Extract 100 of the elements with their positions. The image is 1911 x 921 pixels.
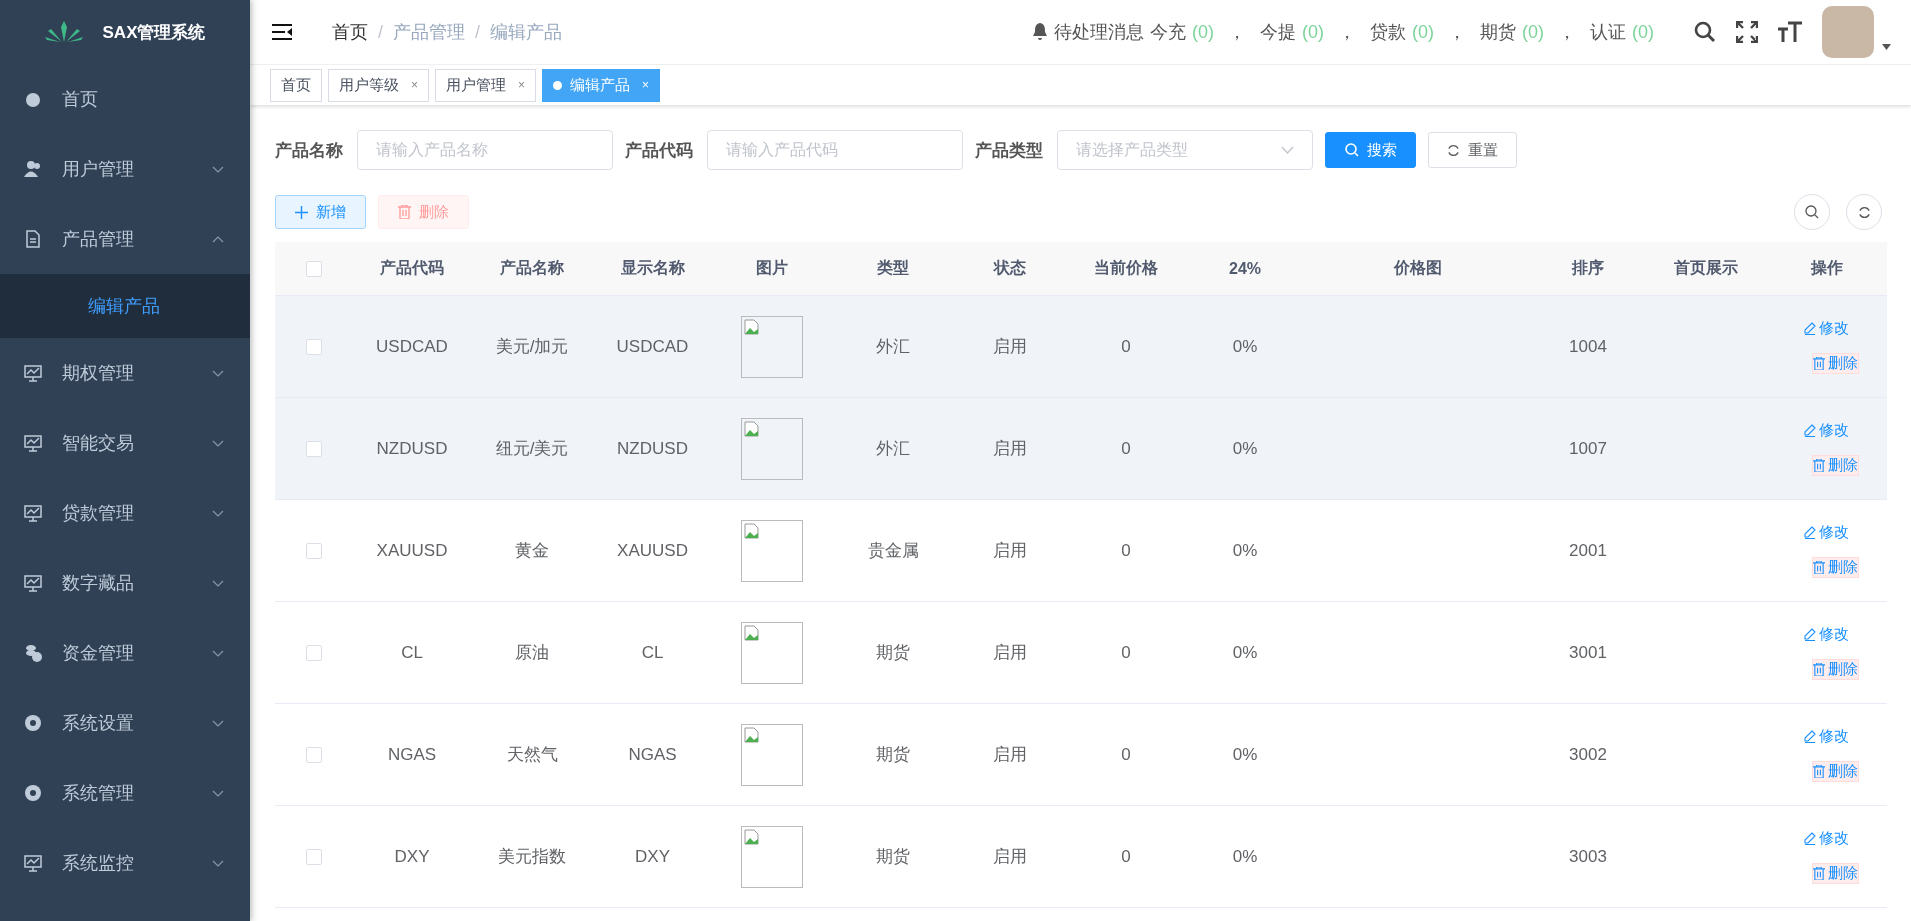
filter-input[interactable]: 请输入产品名称 xyxy=(357,130,613,170)
table-cell: 3003 xyxy=(1569,846,1607,867)
menu-toggle-icon[interactable] xyxy=(272,24,292,40)
row-checkbox[interactable] xyxy=(306,338,322,355)
table-cell: NZDUSD xyxy=(617,438,688,459)
notice-label[interactable]: 认证 xyxy=(1590,20,1626,44)
table-row[interactable]: USDCAD 美元/加元 USDCAD 外汇 启用 0 0% 1004 修改 删除 xyxy=(275,296,1887,398)
avatar-photo-placeholder[interactable] xyxy=(1822,6,1874,58)
table-row[interactable]: NZDUSD 纽元/美元 NZDUSD 外汇 启用 0 0% 1007 修改 删除 xyxy=(275,398,1887,500)
trash-icon xyxy=(1813,459,1825,472)
delete-link[interactable]: 删除 xyxy=(1812,557,1859,578)
table-cell: 3001 xyxy=(1569,642,1607,663)
chevron-icon xyxy=(212,859,224,867)
bell-icon[interactable] xyxy=(1032,23,1048,41)
plus-icon xyxy=(295,205,308,219)
edit-link[interactable]: 修改 xyxy=(1804,421,1849,440)
broken-image-icon xyxy=(743,420,760,437)
column-header: 状态 xyxy=(992,258,1027,278)
search-icon[interactable] xyxy=(1694,21,1716,43)
notice-label[interactable]: 今提 xyxy=(1260,20,1296,44)
menu-icon xyxy=(24,784,42,802)
table-cell: 1004 xyxy=(1569,336,1607,357)
notice-label[interactable]: 今充 xyxy=(1150,20,1186,44)
sidebar-item[interactable]: 资金管理 xyxy=(0,618,250,688)
table-cell-text: 美元/加元 xyxy=(495,336,569,358)
search-button[interactable]: 搜索 xyxy=(1325,132,1416,168)
edit-link[interactable]: 修改 xyxy=(1804,319,1849,338)
sidebar-item[interactable]: 系统监控 xyxy=(0,828,250,898)
font-size-icon[interactable] xyxy=(1778,21,1802,43)
page-tab[interactable]: 用户管理 × xyxy=(435,68,537,102)
delete-link[interactable]: 删除 xyxy=(1812,455,1859,476)
sidebar-item[interactable]: 贷款管理 xyxy=(0,478,250,548)
delete-link[interactable]: 删除 xyxy=(1812,659,1859,680)
edit-link[interactable]: 修改 xyxy=(1804,727,1849,746)
row-checkbox[interactable] xyxy=(306,746,322,763)
column-header: 产品代码 xyxy=(379,258,445,278)
sidebar-item[interactable]: 系统设置 xyxy=(0,688,250,758)
notice-separator: ， xyxy=(1228,21,1246,44)
table-cell: NZDUSD xyxy=(376,438,448,459)
add-button[interactable]: 新增 xyxy=(275,195,366,229)
notice-label[interactable]: 贷款 xyxy=(1370,20,1406,44)
sidebar-subitem[interactable]: 编辑产品 xyxy=(0,274,250,338)
refresh-button[interactable] xyxy=(1846,194,1882,230)
breadcrumb-item[interactable]: 首页 xyxy=(332,20,368,44)
menu-icon xyxy=(24,230,42,248)
table-cell-text: 外汇 xyxy=(876,438,910,460)
table-cell: XAUUSD xyxy=(376,540,448,561)
chevron-icon xyxy=(212,369,224,377)
sidebar-item[interactable]: 产品管理 xyxy=(0,204,250,274)
trash-icon xyxy=(1813,663,1825,676)
pencil-icon xyxy=(1804,730,1816,743)
table-cell: 0 xyxy=(1121,540,1131,561)
menu-icon xyxy=(24,644,42,662)
trash-icon xyxy=(1813,765,1825,778)
filter-input[interactable]: 请输入产品代码 xyxy=(707,130,963,170)
notice-separator: ， xyxy=(1338,21,1356,44)
delete-link[interactable]: 删除 xyxy=(1812,353,1859,374)
edit-link[interactable]: 修改 xyxy=(1804,523,1849,542)
table-cell-text: 启用 xyxy=(993,846,1027,868)
table-cell-text: 启用 xyxy=(993,540,1027,562)
row-checkbox[interactable] xyxy=(306,542,322,559)
notice-label[interactable]: 期货 xyxy=(1480,20,1516,44)
row-checkbox[interactable] xyxy=(306,440,322,457)
trash-icon xyxy=(398,205,411,219)
notice-separator: ， xyxy=(1558,21,1576,44)
sidebar-item[interactable]: 首页 xyxy=(0,64,250,134)
trash-icon xyxy=(1813,867,1825,880)
table-cell-text: 黄金 xyxy=(515,540,549,562)
row-checkbox[interactable] xyxy=(306,644,322,661)
dropdown-caret-icon[interactable] xyxy=(1882,44,1891,50)
pencil-icon xyxy=(1804,322,1816,335)
table-cell-text: 美元指数 xyxy=(498,846,566,868)
sidebar-item[interactable]: 用户管理 xyxy=(0,134,250,204)
menu-icon xyxy=(24,854,42,872)
sidebar-item[interactable]: 智能交易 xyxy=(0,408,250,478)
edit-link[interactable]: 修改 xyxy=(1804,625,1849,644)
column-header: 类型 xyxy=(876,258,910,278)
select-all-checkbox[interactable] xyxy=(306,260,322,277)
edit-link[interactable]: 修改 xyxy=(1804,829,1849,848)
sidebar-item[interactable]: 系统管理 xyxy=(0,758,250,828)
row-checkbox[interactable] xyxy=(306,848,322,865)
table-cell: USDCAD xyxy=(376,336,448,357)
broken-image-icon xyxy=(743,828,760,845)
pencil-icon xyxy=(1804,526,1816,539)
search-toggle-button[interactable] xyxy=(1794,194,1830,230)
table-cell: DXY xyxy=(394,846,430,867)
delete-link[interactable]: 删除 xyxy=(1812,863,1859,884)
page-tab[interactable]: 首页 xyxy=(270,68,322,102)
page-tab[interactable]: 用户等级 × xyxy=(328,68,429,102)
column-header: 操作 xyxy=(1809,258,1844,278)
table-cell: 2001 xyxy=(1569,540,1607,561)
chevron-icon xyxy=(212,789,224,797)
table-cell: 0% xyxy=(1232,438,1258,459)
column-header: 当前价格 xyxy=(1093,258,1159,278)
sidebar-item[interactable]: 数字藏品 xyxy=(0,548,250,618)
delete-link[interactable]: 删除 xyxy=(1812,761,1859,782)
reset-button[interactable]: 重置 xyxy=(1428,132,1517,168)
fullscreen-icon[interactable] xyxy=(1736,21,1758,43)
column-header: 首页展示 xyxy=(1673,258,1739,278)
sidebar-item[interactable]: 期权管理 xyxy=(0,338,250,408)
